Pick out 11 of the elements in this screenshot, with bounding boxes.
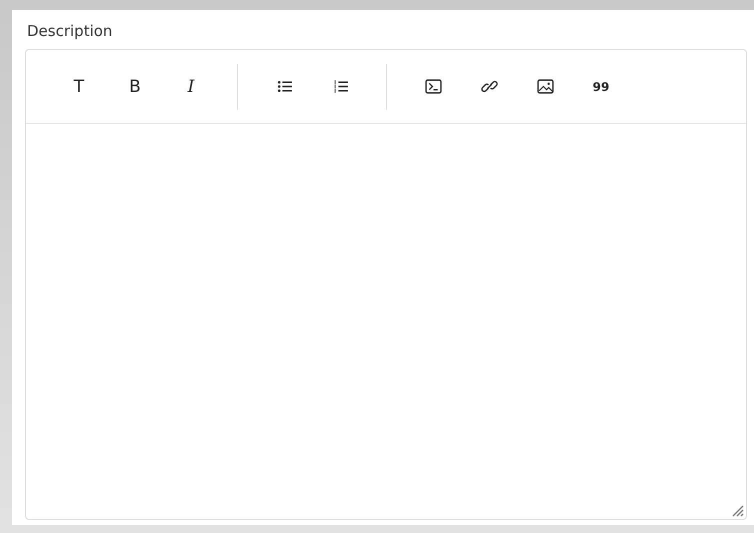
format-button[interactable]: B <box>115 68 155 104</box>
field-label: Description <box>27 22 112 40</box>
format-button[interactable]: T <box>59 68 99 104</box>
link-icon <box>480 78 498 95</box>
numbered-list-icon <box>332 78 348 95</box>
resize-grip-icon[interactable] <box>730 503 744 517</box>
image-icon <box>536 78 554 95</box>
bullet-list-icon <box>276 78 292 95</box>
format-button[interactable]: I <box>171 68 211 104</box>
terminal-icon <box>424 78 442 95</box>
format-button[interactable]: 99 <box>581 68 621 104</box>
